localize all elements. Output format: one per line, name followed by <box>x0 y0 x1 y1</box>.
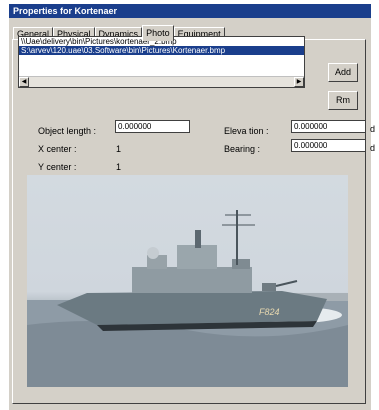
photo-file-list[interactable]: \\Uae\delivery\bin\Pictures\kortenaer_2.… <box>18 36 305 88</box>
ship-photo: F824 <box>27 175 348 387</box>
tab-photo[interactable]: Photo <box>142 25 174 41</box>
horizontal-scrollbar[interactable]: ◀ ▶ <box>19 76 304 87</box>
frigate-illustration: F824 <box>27 210 348 387</box>
bearing-label: Bearing : <box>224 144 261 154</box>
bearing-field[interactable]: 0.000000 <box>291 139 366 152</box>
hull-number: F824 <box>259 307 280 317</box>
scroll-left-icon[interactable]: ◀ <box>19 77 29 87</box>
elevation-field[interactable]: 0.000000 <box>291 120 366 133</box>
list-item-selected[interactable]: S:\arvev\120.uae\03.Software\bin\Picture… <box>19 46 304 55</box>
window-title: Properties for Kortenaer <box>9 4 371 18</box>
y-center-label: Y center : <box>38 162 77 172</box>
add-button[interactable]: Add <box>328 63 358 82</box>
object-length-label: Object length : <box>38 126 97 136</box>
object-length-field[interactable]: 0.000000 <box>115 120 190 133</box>
remove-button[interactable]: Rm <box>328 91 358 110</box>
y-center-value: 1 <box>116 162 122 172</box>
x-center-label: X center : <box>38 144 77 154</box>
x-center-value: 1 <box>116 144 122 154</box>
scroll-right-icon[interactable]: ▶ <box>294 77 304 87</box>
elevation-unit: d <box>370 124 376 134</box>
bearing-unit: d <box>370 143 376 153</box>
elevation-label: Eleva tion : <box>224 126 269 136</box>
